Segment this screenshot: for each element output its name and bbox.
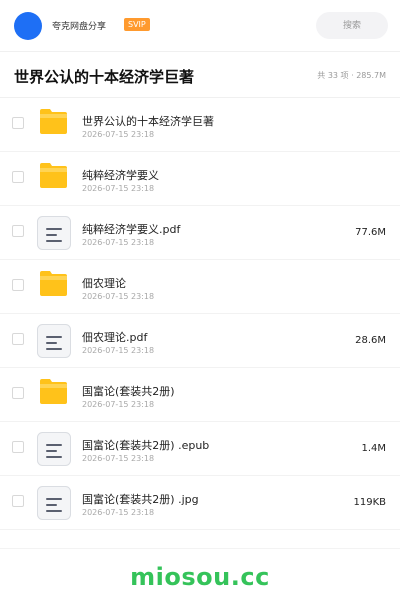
footer-divider <box>0 548 400 549</box>
folder-icon <box>40 271 67 296</box>
select-checkbox[interactable] <box>12 441 24 453</box>
file-date: 2026-07-15 23:18 <box>82 238 155 247</box>
file-name: 佃农理论 <box>82 277 126 290</box>
select-checkbox[interactable] <box>12 171 24 183</box>
list-item[interactable]: 佃农理论.pdf 2026-07-15 23:18 28.6M <box>0 314 400 368</box>
folder-summary: 共 33 项 · 285.7M <box>317 71 386 80</box>
file-date: 2026-07-15 23:18 <box>82 346 155 355</box>
select-checkbox[interactable] <box>12 279 24 291</box>
list-item[interactable]: 国富论(套装共2册) .jpg 2026-07-15 23:18 119KB <box>0 476 400 530</box>
svip-badge[interactable]: SVIP <box>124 18 150 31</box>
file-name: 世界公认的十本经济学巨著 <box>82 115 214 128</box>
file-size: 28.6M <box>355 335 386 346</box>
brand-name: 夸克网盘分享 <box>52 22 107 32</box>
list-item[interactable]: 世界公认的十本经济学巨著 2026-07-15 23:18 <box>0 98 400 152</box>
folder-title-bar: 世界公认的十本经济学巨著 共 33 项 · 285.7M <box>0 52 400 98</box>
file-name: 佃农理论.pdf <box>82 331 148 344</box>
file-name: 纯粹经济学要义.pdf <box>82 223 181 236</box>
select-checkbox[interactable] <box>12 117 24 129</box>
document-icon <box>37 324 71 358</box>
watermark: miosou.cc <box>130 563 270 591</box>
page-title: 世界公认的十本经济学巨著 <box>14 68 195 86</box>
file-size: 77.6M <box>355 227 386 238</box>
file-name: 纯粹经济学要义 <box>82 169 159 182</box>
file-size: 1.4M <box>361 443 386 454</box>
file-date: 2026-07-15 23:18 <box>82 508 155 517</box>
list-item[interactable]: 佃农理论 2026-07-15 23:18 <box>0 260 400 314</box>
file-name: 国富论(套装共2册) <box>82 385 175 398</box>
file-list: 世界公认的十本经济学巨著 2026-07-15 23:18 纯粹经济学要义 20… <box>0 98 400 530</box>
avatar[interactable] <box>14 12 42 40</box>
folder-icon <box>40 379 67 404</box>
file-date: 2026-07-15 23:18 <box>82 292 155 301</box>
list-item[interactable]: 纯粹经济学要义.pdf 2026-07-15 23:18 77.6M <box>0 206 400 260</box>
file-size: 119KB <box>353 497 386 508</box>
select-checkbox[interactable] <box>12 495 24 507</box>
document-icon <box>37 432 71 466</box>
file-date: 2026-07-15 23:18 <box>82 454 155 463</box>
file-name: 国富论(套装共2册) .jpg <box>82 493 199 506</box>
app-header: 夸克网盘分享 SVIP <box>0 0 400 52</box>
select-checkbox[interactable] <box>12 333 24 345</box>
search-input[interactable] <box>316 12 388 39</box>
list-item[interactable]: 纯粹经济学要义 2026-07-15 23:18 <box>0 152 400 206</box>
list-item[interactable]: 国富论(套装共2册) 2026-07-15 23:18 <box>0 368 400 422</box>
file-date: 2026-07-15 23:18 <box>82 130 155 139</box>
list-item[interactable]: 国富论(套装共2册) .epub 2026-07-15 23:18 1.4M <box>0 422 400 476</box>
document-icon <box>37 486 71 520</box>
select-checkbox[interactable] <box>12 387 24 399</box>
document-icon <box>37 216 71 250</box>
file-name: 国富论(套装共2册) .epub <box>82 439 210 452</box>
folder-icon <box>40 163 67 188</box>
file-date: 2026-07-15 23:18 <box>82 184 155 193</box>
file-date: 2026-07-15 23:18 <box>82 400 155 409</box>
select-checkbox[interactable] <box>12 225 24 237</box>
folder-icon <box>40 109 67 134</box>
